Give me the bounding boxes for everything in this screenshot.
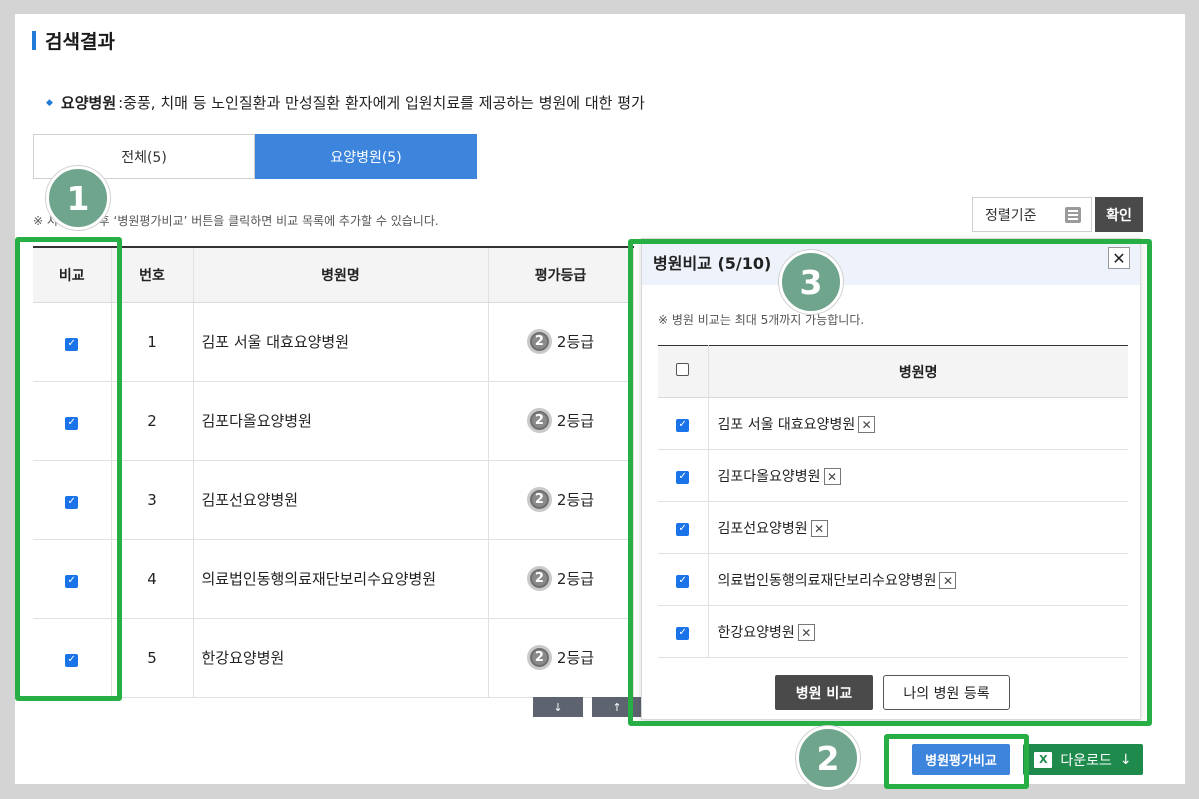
- grade-badge-icon: 2: [526, 408, 552, 433]
- section-title-text: 검색결과: [45, 30, 115, 53]
- step-marker-1: 1: [46, 166, 110, 230]
- grade-text: 2등급: [556, 570, 595, 588]
- row-number: 5: [111, 618, 194, 698]
- section-title: 검색결과: [32, 28, 115, 53]
- results-table: 비교 번호 병원명 평가등급 ✓ 1 김포 서울 대효요양병원 2 2등급 ✓ 2…: [33, 246, 634, 698]
- highlight-box-1: [15, 237, 122, 701]
- grade-cell: 2 2등급: [488, 381, 634, 461]
- table-row: ✓ 4 의료법인동행의료재단보리수요양병원 2 2등급: [33, 539, 634, 619]
- grade-text: 2등급: [556, 333, 595, 351]
- sort-confirm-button[interactable]: 확인: [1095, 197, 1143, 232]
- title-accent-bar: [32, 30, 36, 50]
- grade-text: 2등급: [556, 412, 595, 430]
- row-number: 3: [111, 460, 194, 540]
- row-number: 4: [111, 539, 194, 619]
- category-tabs: 전체(5) 요양병원(5): [33, 134, 477, 179]
- highlight-box-2: [884, 734, 1029, 789]
- list-icon: [1065, 207, 1081, 223]
- download-button[interactable]: X 다운로드 ↓: [1023, 744, 1143, 775]
- hospital-name[interactable]: 의료법인동행의료재단보리수요양병원: [193, 539, 489, 619]
- grade-text: 2등급: [556, 491, 595, 509]
- description-label: 요양병원: [60, 94, 117, 112]
- header-grade: 평가등급: [488, 246, 634, 303]
- tab-nursing-hospital[interactable]: 요양병원(5): [255, 134, 477, 179]
- grade-cell: 2 2등급: [488, 618, 634, 698]
- grade-badge-icon: 2: [526, 566, 552, 591]
- grade-cell: 2 2등급: [488, 539, 634, 619]
- description-text: :중풍, 치매 등 노인질환과 만성질환 환자에게 입원치료를 제공하는 병원에…: [118, 94, 645, 112]
- hospital-name[interactable]: 한강요양병원: [193, 618, 489, 698]
- header-hospital-name: 병원명: [193, 246, 489, 303]
- step-marker-3: 3: [779, 250, 843, 314]
- table-row: ✓ 5 한강요양병원 2 2등급: [33, 618, 634, 698]
- sort-label: 정렬기준: [985, 207, 1037, 224]
- sort-select[interactable]: 정렬기준: [972, 197, 1092, 232]
- table-header-row: 비교 번호 병원명 평가등급: [33, 246, 634, 303]
- hospital-name[interactable]: 김포선요양병원: [193, 460, 489, 540]
- header-number: 번호: [111, 246, 194, 303]
- grade-badge-icon: 2: [526, 487, 552, 512]
- highlight-box-3: [628, 239, 1152, 726]
- excel-icon: X: [1034, 751, 1053, 768]
- table-row: ✓ 1 김포 서울 대효요양병원 2 2등급: [33, 302, 634, 382]
- row-number: 2: [111, 381, 194, 461]
- hospital-name[interactable]: 김포 서울 대효요양병원: [193, 302, 489, 382]
- download-label: 다운로드: [1060, 752, 1112, 769]
- hospital-name[interactable]: 김포다올요양병원: [193, 381, 489, 461]
- scroll-down-button[interactable]: ↓: [533, 697, 583, 717]
- table-row: ✓ 3 김포선요양병원 2 2등급: [33, 460, 634, 540]
- grade-badge-icon: 2: [526, 329, 552, 354]
- grade-badge-icon: 2: [526, 645, 552, 670]
- download-arrow-icon: ↓: [1119, 751, 1132, 768]
- grade-cell: 2 2등급: [488, 460, 634, 540]
- step-marker-2: 2: [796, 726, 860, 790]
- table-row: ✓ 2 김포다올요양병원 2 2등급: [33, 381, 634, 461]
- category-description: ◆ 요양병원 :중풍, 치매 등 노인질환과 만성질환 환자에게 입원치료를 제…: [46, 92, 645, 113]
- row-number: 1: [111, 302, 194, 382]
- grade-cell: 2 2등급: [488, 302, 634, 382]
- grade-text: 2등급: [556, 649, 595, 667]
- bullet-icon: ◆: [46, 97, 53, 108]
